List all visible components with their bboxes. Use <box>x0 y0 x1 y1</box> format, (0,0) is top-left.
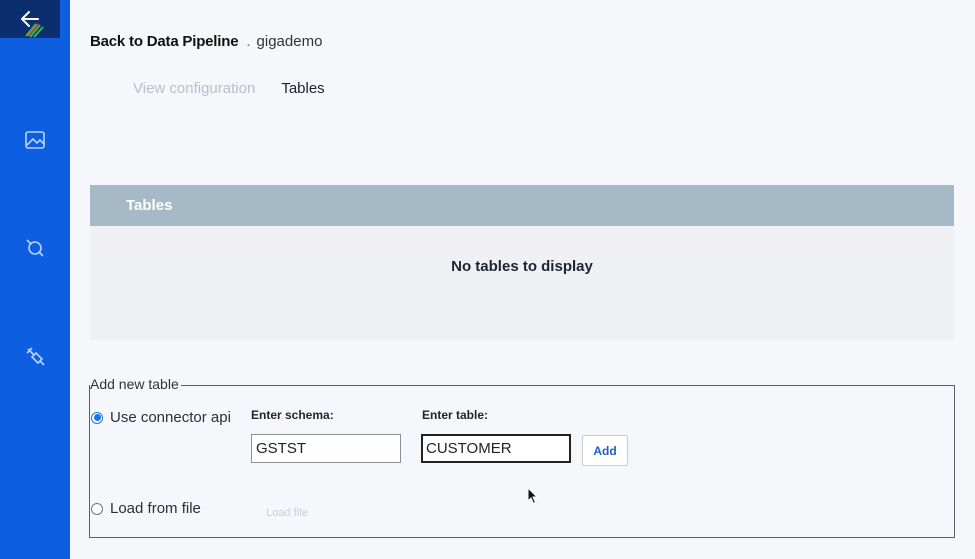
radio-use-connector-api[interactable]: Use connector api <box>91 409 231 426</box>
table-input[interactable] <box>421 434 571 463</box>
pipeline-name: gigademo <box>256 33 323 50</box>
breadcrumb-separator: . <box>246 33 251 50</box>
connector-icon <box>26 239 44 257</box>
add-table-legend: Add new table <box>90 376 181 392</box>
nav-item-connections[interactable] <box>22 235 48 261</box>
radio-label-file: Load from file <box>110 500 201 517</box>
schema-input[interactable] <box>251 434 401 463</box>
radio-load-from-file[interactable]: Load from file <box>91 500 201 517</box>
tab-bar: View configuration Tables <box>133 80 325 97</box>
logo-stripes-icon <box>25 23 44 38</box>
tab-view-configuration[interactable]: View configuration <box>133 80 255 97</box>
schema-label: Enter schema: <box>251 408 334 422</box>
radio-checked-icon <box>91 411 103 424</box>
radio-label-connector: Use connector api <box>110 409 231 426</box>
table-label: Enter table: <box>422 408 489 422</box>
back-to-pipeline-link[interactable]: Back to Data Pipeline <box>90 33 239 50</box>
radio-unchecked-icon <box>91 502 103 515</box>
breadcrumb: Back to Data Pipeline . gigademo <box>90 33 322 50</box>
mouse-pointer-icon <box>527 487 539 505</box>
nav-item-integrations[interactable] <box>22 343 48 369</box>
tables-header: Tables <box>90 185 954 226</box>
image-icon <box>25 131 45 149</box>
plug-icon <box>26 347 45 366</box>
add-table-button[interactable]: Add <box>582 435 628 466</box>
empty-tables-message: No tables to display <box>451 258 593 275</box>
nav-item-images[interactable] <box>22 127 48 153</box>
tab-tables[interactable]: Tables <box>281 80 324 97</box>
load-file-button[interactable]: Load file <box>262 503 312 523</box>
tables-panel: Tables No tables to display <box>90 185 954 340</box>
side-navigation <box>0 0 70 559</box>
